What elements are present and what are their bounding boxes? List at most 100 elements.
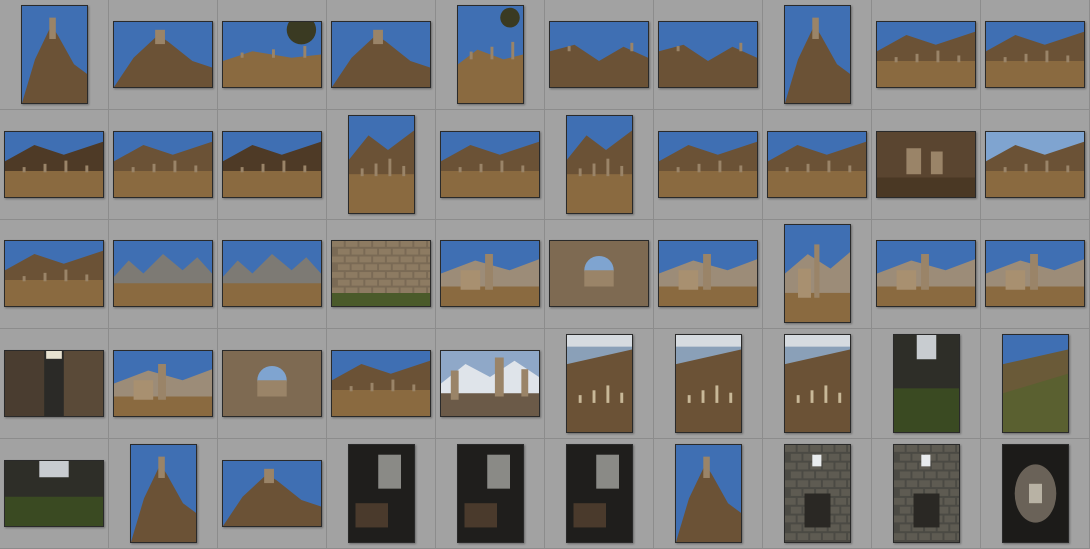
photo-thumbnail[interactable] xyxy=(658,20,758,88)
grid-cell[interactable] xyxy=(109,0,218,110)
photo-thumbnail[interactable] xyxy=(440,350,540,418)
photo-thumbnail[interactable] xyxy=(222,240,322,308)
grid-cell[interactable] xyxy=(109,329,218,440)
grid-cell[interactable] xyxy=(872,219,981,330)
grid-cell[interactable] xyxy=(872,439,981,549)
photo-thumbnail[interactable] xyxy=(658,240,758,308)
photo-thumbnail[interactable] xyxy=(113,130,213,198)
grid-cell[interactable] xyxy=(763,219,872,330)
grid-cell[interactable] xyxy=(981,109,1090,220)
grid-cell[interactable] xyxy=(763,109,872,220)
grid-cell[interactable] xyxy=(218,109,327,220)
photo-thumbnail[interactable] xyxy=(549,240,649,308)
photo-thumbnail[interactable] xyxy=(876,130,976,198)
grid-cell[interactable] xyxy=(654,439,763,549)
photo-thumbnail[interactable] xyxy=(347,444,415,544)
photo-thumbnail[interactable] xyxy=(892,334,960,434)
grid-cell[interactable] xyxy=(981,329,1090,440)
photo-thumbnail[interactable] xyxy=(331,20,431,88)
grid-cell[interactable] xyxy=(218,0,327,110)
grid-cell[interactable] xyxy=(218,219,327,330)
photo-thumbnail[interactable] xyxy=(440,130,540,198)
grid-cell[interactable] xyxy=(654,0,763,110)
photo-thumbnail[interactable] xyxy=(1001,444,1069,544)
grid-cell[interactable] xyxy=(436,109,545,220)
photo-thumbnail[interactable] xyxy=(674,334,742,434)
photo-thumbnail[interactable] xyxy=(129,444,197,544)
grid-cell[interactable] xyxy=(0,439,109,549)
grid-cell[interactable] xyxy=(327,329,436,440)
grid-cell[interactable] xyxy=(763,439,872,549)
grid-cell[interactable] xyxy=(872,0,981,110)
photo-thumbnail[interactable] xyxy=(985,240,1085,308)
photo-thumbnail[interactable] xyxy=(222,460,322,528)
photo-thumbnail[interactable] xyxy=(767,130,867,198)
grid-cell[interactable] xyxy=(981,219,1090,330)
grid-cell[interactable] xyxy=(109,439,218,549)
photo-thumbnail[interactable] xyxy=(985,20,1085,88)
grid-cell[interactable] xyxy=(327,109,436,220)
photo-thumbnail[interactable] xyxy=(456,444,524,544)
photo-thumbnail[interactable] xyxy=(440,240,540,308)
grid-cell[interactable] xyxy=(436,219,545,330)
grid-cell[interactable] xyxy=(654,219,763,330)
grid-cell[interactable] xyxy=(0,0,109,110)
grid-cell[interactable] xyxy=(545,0,654,110)
grid-cell[interactable] xyxy=(872,329,981,440)
grid-cell[interactable] xyxy=(436,0,545,110)
photo-thumbnail[interactable] xyxy=(113,350,213,418)
photo-thumbnail[interactable] xyxy=(4,460,104,528)
grid-cell[interactable] xyxy=(109,219,218,330)
grid-cell[interactable] xyxy=(327,0,436,110)
photo-thumbnail[interactable] xyxy=(347,114,415,214)
photo-thumbnail[interactable] xyxy=(331,240,431,308)
photo-thumbnail[interactable] xyxy=(658,130,758,198)
photo-thumbnail[interactable] xyxy=(549,20,649,88)
grid-cell[interactable] xyxy=(436,329,545,440)
grid-cell[interactable] xyxy=(654,329,763,440)
grid-cell[interactable] xyxy=(218,439,327,549)
grid-cell[interactable] xyxy=(545,109,654,220)
grid-cell[interactable] xyxy=(654,109,763,220)
grid-cell[interactable] xyxy=(763,329,872,440)
photo-thumbnail[interactable] xyxy=(4,350,104,418)
photo-thumbnail[interactable] xyxy=(113,240,213,308)
photo-thumbnail[interactable] xyxy=(20,4,88,104)
grid-cell[interactable] xyxy=(327,439,436,549)
grid-cell[interactable] xyxy=(981,439,1090,549)
photo-thumbnail[interactable] xyxy=(892,444,960,544)
grid-cell[interactable] xyxy=(0,219,109,330)
grid-cell[interactable] xyxy=(436,439,545,549)
grid-cell[interactable] xyxy=(109,109,218,220)
photo-thumbnail[interactable] xyxy=(456,4,524,104)
photo-thumbnail[interactable] xyxy=(222,350,322,418)
photo-thumbnail[interactable] xyxy=(565,114,633,214)
grid-cell[interactable] xyxy=(327,219,436,330)
grid-cell[interactable] xyxy=(0,329,109,440)
photo-thumbnail[interactable] xyxy=(783,224,851,324)
photo-thumbnail[interactable] xyxy=(222,130,322,198)
photo-thumbnail[interactable] xyxy=(565,444,633,544)
photo-thumbnail[interactable] xyxy=(674,444,742,544)
photo-thumbnail[interactable] xyxy=(113,20,213,88)
grid-cell[interactable] xyxy=(872,109,981,220)
photo-thumbnail[interactable] xyxy=(783,444,851,544)
grid-cell[interactable] xyxy=(545,439,654,549)
photo-thumbnail[interactable] xyxy=(783,334,851,434)
photo-thumbnail[interactable] xyxy=(565,334,633,434)
photo-thumbnail[interactable] xyxy=(876,20,976,88)
photo-thumbnail[interactable] xyxy=(783,4,851,104)
photo-thumbnail[interactable] xyxy=(4,130,104,198)
grid-cell[interactable] xyxy=(0,109,109,220)
grid-cell[interactable] xyxy=(981,0,1090,110)
photo-thumbnail[interactable] xyxy=(331,350,431,418)
photo-thumbnail[interactable] xyxy=(985,130,1085,198)
grid-cell[interactable] xyxy=(763,0,872,110)
grid-cell[interactable] xyxy=(545,219,654,330)
grid-cell[interactable] xyxy=(218,329,327,440)
photo-thumbnail[interactable] xyxy=(1001,334,1069,434)
photo-thumbnail[interactable] xyxy=(222,20,322,88)
grid-cell[interactable] xyxy=(545,329,654,440)
photo-thumbnail[interactable] xyxy=(4,240,104,308)
photo-thumbnail[interactable] xyxy=(876,240,976,308)
